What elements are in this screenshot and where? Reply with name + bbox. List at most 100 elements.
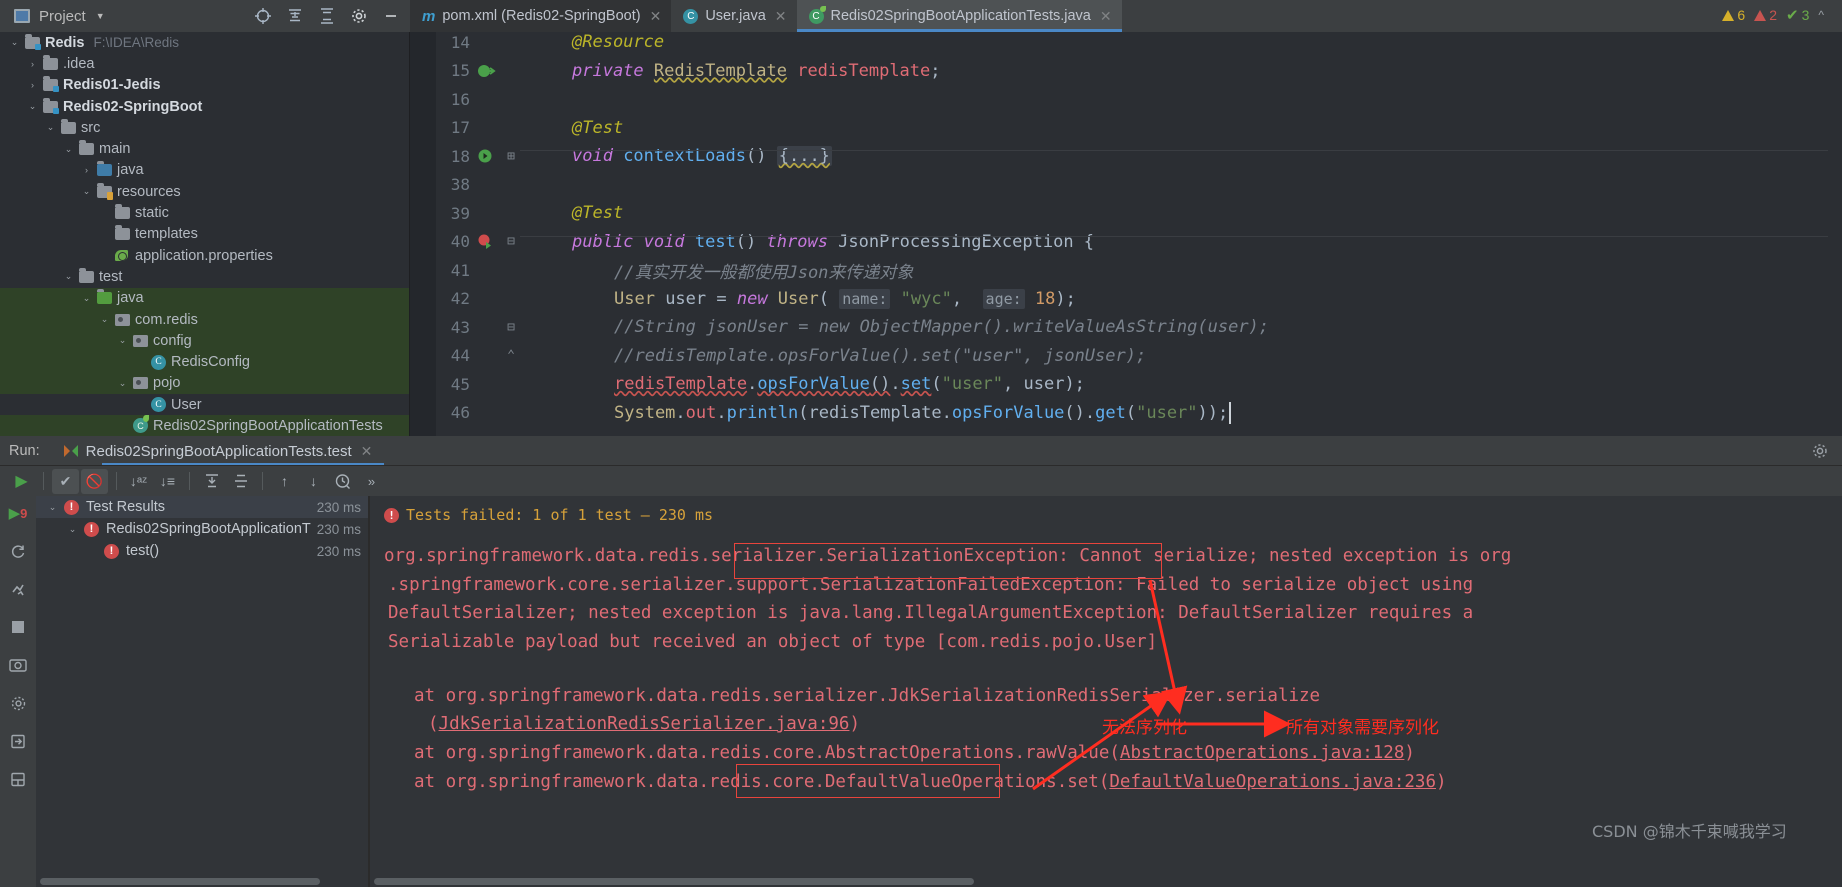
next-failed-icon[interactable]: ↓ xyxy=(300,469,327,494)
tree-item-redis[interactable]: ⌄ Redis F:\IDEA\Redis xyxy=(0,32,410,53)
tree-item-src[interactable]: ⌄ src xyxy=(0,117,410,138)
stop-icon[interactable] xyxy=(7,616,29,638)
chevron-down-icon[interactable]: ⌄ xyxy=(46,502,59,513)
error-count[interactable]: 2 xyxy=(1754,7,1777,23)
previous-failed-icon[interactable]: ↑ xyxy=(271,469,298,494)
collapse-all-icon[interactable] xyxy=(286,7,304,25)
test-row-redis02springbootapplicationt[interactable]: ⌄! Redis02SpringBootApplicationT 230 ms xyxy=(36,518,369,540)
more-icon[interactable]: » xyxy=(358,469,385,494)
settings-gear-icon[interactable] xyxy=(1812,443,1828,463)
tree-item-java[interactable]: › java xyxy=(0,160,410,181)
sort-by-duration-icon[interactable]: ↓≡ xyxy=(154,469,181,494)
run-test-failed-icon[interactable] xyxy=(476,232,496,252)
tab-user-java[interactable]: C User.java ✕ xyxy=(671,0,797,32)
tab-label: User.java xyxy=(705,8,766,24)
screenshot-icon[interactable] xyxy=(7,654,29,676)
test-row-test-results[interactable]: ⌄! Test Results 230 ms xyxy=(36,496,369,518)
chevron-down-icon[interactable]: ⌄ xyxy=(62,271,75,282)
tree-item-java[interactable]: ⌄ java xyxy=(0,287,410,309)
settings-gear-icon[interactable] xyxy=(350,7,368,25)
chevron-down-icon[interactable]: ⌄ xyxy=(8,37,21,48)
locate-icon[interactable] xyxy=(254,7,272,25)
tree-item-static[interactable]: static xyxy=(0,202,410,223)
test-console[interactable]: ! Tests failed: 1 of 1 test – 230 ms org… xyxy=(370,496,1842,887)
error-icon: ! xyxy=(384,507,399,523)
hide-ignored-icon[interactable]: 🚫 xyxy=(81,468,108,494)
test-results-tree[interactable]: ⌄! Test Results 230 ms ⌄! Redis02SpringBootA… xyxy=(36,496,369,887)
expand-fold-icon[interactable]: ⊞ xyxy=(503,149,519,164)
tree-item-resources[interactable]: ⌄ resources xyxy=(0,181,410,202)
collapse-fold-icon[interactable]: ⊟ xyxy=(503,234,519,249)
inspection-widget[interactable]: 6 2 ✔ 3 ^ xyxy=(1722,6,1824,24)
close-icon[interactable]: ✕ xyxy=(361,443,373,460)
rerun-icon[interactable]: ▶ xyxy=(8,469,35,494)
tree-item-redis02-springboot[interactable]: ⌄ Redis02-SpringBoot xyxy=(0,96,410,117)
code-line-18: 18 ⊞ void contextLoads() {...} xyxy=(410,142,1842,171)
expand-all-icon[interactable] xyxy=(198,469,225,494)
run-config-tab[interactable]: Redis02SpringBootApplicationTests.test ✕ xyxy=(63,436,385,466)
chevron-right-icon[interactable]: › xyxy=(80,165,93,175)
tree-item-templates[interactable]: templates xyxy=(0,224,410,245)
editor-marker-strip[interactable] xyxy=(1828,32,1842,436)
chevron-down-icon[interactable]: ⌄ xyxy=(26,101,39,112)
line-number: 38 xyxy=(450,175,470,195)
rerun-failed-icon[interactable] xyxy=(7,540,29,562)
tree-item-config[interactable]: ⌄ config xyxy=(0,330,410,352)
export-icon[interactable] xyxy=(7,730,29,752)
tree-item-user[interactable]: C User xyxy=(0,394,410,415)
tree-item-redis01-jedis[interactable]: › Redis01-Jedis xyxy=(0,75,410,96)
overridden-method-icon[interactable] xyxy=(476,61,496,81)
run-test-icon[interactable] xyxy=(476,146,496,166)
stack-link[interactable]: JdkSerializationRedisSerializer.java:96 xyxy=(439,714,850,734)
tree-item--idea[interactable]: › .idea xyxy=(0,53,410,74)
code-editor[interactable]: 14 @Resource 15 private RedisTemplate redis… xyxy=(410,32,1842,436)
tree-item-test[interactable]: ⌄ test xyxy=(0,266,410,287)
tree-item-com-redis[interactable]: ⌄ com.redis xyxy=(0,308,410,331)
collapse-fold-icon[interactable]: ⊟ xyxy=(503,320,519,335)
test-row-test-[interactable]: ! test() 230 ms xyxy=(36,540,369,562)
chevron-down-icon[interactable]: ⌄ xyxy=(66,524,79,535)
chevron-down-icon[interactable]: ▼ xyxy=(96,11,105,21)
sort-alphabetically-icon[interactable]: ↓ᵃᶻ xyxy=(125,469,152,494)
show-passed-icon[interactable]: ✔ xyxy=(52,468,79,494)
tab-redis02springbootapplicationtests-java[interactable]: C Redis02SpringBootApplicationTests.java… xyxy=(796,0,1122,32)
tree-item-main[interactable]: ⌄ main xyxy=(0,138,410,159)
close-icon[interactable]: ✕ xyxy=(1100,8,1112,25)
chevron-down-icon[interactable]: ⌄ xyxy=(116,378,129,389)
toggle-tasks-icon[interactable] xyxy=(7,578,29,600)
settings-icon[interactable] xyxy=(7,692,29,714)
stack-link[interactable]: DefaultValueOperations.java:236 xyxy=(1109,772,1436,792)
chevron-right-icon[interactable]: › xyxy=(26,80,39,90)
tab-pom-xml[interactable]: m pom.xml (Redis02-SpringBoot) ✕ xyxy=(410,0,672,32)
close-icon[interactable]: ✕ xyxy=(650,8,662,25)
chevron-right-icon[interactable]: › xyxy=(26,59,39,69)
chevron-down-icon[interactable]: ⌄ xyxy=(80,186,93,197)
ok-count[interactable]: ✔ 3 xyxy=(1786,6,1809,24)
warning-count[interactable]: 6 xyxy=(1722,7,1745,23)
minimize-icon[interactable] xyxy=(382,7,400,25)
test-tree-hscrollbar[interactable] xyxy=(40,878,320,885)
chevron-down-icon[interactable]: ⌄ xyxy=(98,314,111,325)
tree-item-redisconfig[interactable]: C RedisConfig xyxy=(0,351,410,373)
tree-item-label: resources xyxy=(117,183,181,200)
chevron-down-icon[interactable]: ⌄ xyxy=(44,122,57,133)
console-hscrollbar[interactable] xyxy=(374,878,974,885)
stack-link[interactable]: AbstractOperations.java:128 xyxy=(1120,743,1404,763)
tree-item-redis02springbootapplicationtests[interactable]: C Redis02SpringBootApplicationTests xyxy=(0,415,410,436)
run-label: Run: xyxy=(9,443,40,459)
tree-item-pojo[interactable]: ⌄ pojo xyxy=(0,372,410,395)
chevron-down-icon[interactable]: ⌄ xyxy=(80,293,93,304)
tree-item-label: Redis01-Jedis xyxy=(63,77,161,94)
chevron-down-icon[interactable]: ⌄ xyxy=(116,335,129,346)
expand-collapse-icon[interactable] xyxy=(318,7,336,25)
close-icon[interactable]: ✕ xyxy=(775,8,787,25)
project-tree[interactable]: ⌄ Redis F:\IDEA\Redis › .idea › Redis01-Jedis ⌄… xyxy=(0,32,410,436)
rerun-run-icon[interactable]: ▶ 9 xyxy=(7,502,29,524)
layout-icon[interactable] xyxy=(7,768,29,790)
collapse-all-icon[interactable] xyxy=(227,469,254,494)
tree-item-application-properties[interactable]: application.properties xyxy=(0,245,410,266)
chevron-up-icon[interactable]: ^ xyxy=(1818,8,1824,22)
test-history-icon[interactable] xyxy=(329,469,356,494)
fold-end-icon[interactable]: ⌃ xyxy=(503,348,519,363)
chevron-down-icon[interactable]: ⌄ xyxy=(62,144,75,155)
